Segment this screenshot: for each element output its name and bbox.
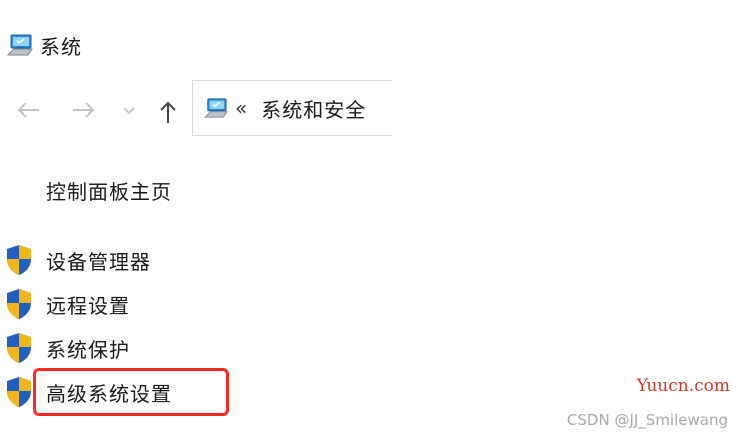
arrow-up-icon — [160, 101, 176, 123]
highlight-box — [33, 368, 229, 416]
control-panel-home-link[interactable]: 控制面板主页 — [46, 176, 172, 205]
arrow-left-icon — [17, 102, 39, 118]
window-titlebar: 系统 — [6, 31, 82, 59]
breadcrumb-system-security[interactable]: 系统和安全 — [261, 94, 366, 123]
task-label: 远程设置 — [46, 293, 130, 318]
recent-locations-button[interactable] — [118, 94, 140, 126]
arrow-right-icon — [73, 102, 95, 118]
task-label: 系统保护 — [46, 337, 130, 362]
control-panel-icon — [203, 98, 228, 118]
task-device-manager[interactable]: 设备管理器 — [4, 238, 172, 282]
forward-button[interactable] — [66, 94, 102, 126]
window-title: 系统 — [40, 34, 82, 59]
uac-shield-icon — [7, 377, 31, 407]
back-button[interactable] — [10, 94, 46, 126]
watermark-site: Yuucn.com — [636, 376, 730, 396]
address-bar[interactable]: « 系统和安全 — [192, 80, 392, 136]
address-overflow-chevron[interactable]: « — [235, 96, 247, 120]
up-button[interactable] — [154, 96, 182, 128]
task-system-protection[interactable]: 系统保护 — [4, 326, 172, 370]
watermark-author: CSDN @JJ_Smilewang — [566, 411, 728, 429]
control-panel-icon — [6, 34, 33, 56]
uac-shield-icon — [7, 245, 31, 275]
task-remote-settings[interactable]: 远程设置 — [4, 282, 172, 326]
task-label: 设备管理器 — [46, 249, 151, 274]
chevron-down-icon — [123, 107, 135, 115]
uac-shield-icon — [7, 333, 31, 363]
uac-shield-icon — [7, 289, 31, 319]
